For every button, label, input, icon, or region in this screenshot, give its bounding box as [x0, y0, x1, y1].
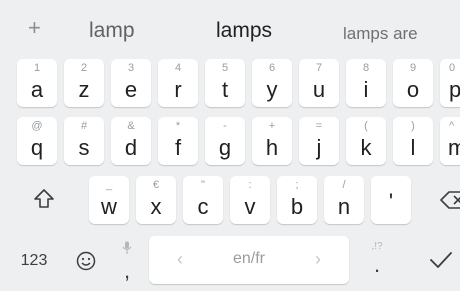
suggestion-bar: + lamp lamps lamps are	[0, 0, 460, 56]
comma-key[interactable]: ,	[112, 236, 142, 284]
key-f[interactable]: * f	[158, 117, 198, 165]
key-j[interactable]: = j	[299, 117, 339, 165]
key-u[interactable]: 7u	[299, 59, 339, 107]
key-g[interactable]: -g	[205, 117, 245, 165]
suggestion-right[interactable]: lamps are	[343, 22, 418, 46]
key-d[interactable]: & d	[111, 117, 151, 165]
add-word-button[interactable]: +	[28, 17, 41, 39]
key-c[interactable]: " c	[183, 176, 223, 224]
shift-icon	[34, 189, 54, 208]
key-s[interactable]: # s	[64, 117, 104, 165]
key-q[interactable]: @ q	[17, 117, 57, 165]
emoji-icon	[76, 251, 96, 271]
period-label: .	[373, 252, 381, 277]
suggestion-center[interactable]: lamps	[216, 19, 272, 43]
key-w[interactable]: _ w	[89, 176, 129, 224]
space-right-arrow: ›	[315, 249, 321, 269]
key-a[interactable]: 1a	[17, 59, 57, 107]
comma-label: ,	[123, 258, 131, 283]
key-h[interactable]: + h	[252, 117, 292, 165]
key-k[interactable]: (k	[346, 117, 386, 165]
backspace-key[interactable]	[430, 176, 460, 224]
key-e[interactable]: 3e	[111, 59, 151, 107]
enter-key[interactable]	[418, 236, 460, 284]
key-i[interactable]: 8i	[346, 59, 386, 107]
numbers-key[interactable]: 123	[12, 236, 56, 284]
space-bar[interactable]: ‹ en/fr ›	[149, 236, 349, 284]
key-apostrophe[interactable]: '	[371, 176, 411, 224]
numbers-key-label: 123	[20, 252, 48, 269]
period-key[interactable]: ,!? .	[362, 236, 392, 284]
checkmark-icon	[430, 252, 452, 268]
mic-icon	[122, 241, 132, 254]
period-hint: ,!?	[371, 241, 383, 252]
key-x[interactable]: € x	[136, 176, 176, 224]
key-o[interactable]: 9o	[393, 59, 433, 107]
key-v[interactable]: :v	[230, 176, 270, 224]
suggestion-left[interactable]: lamp	[89, 19, 135, 43]
key-t[interactable]: 5t	[205, 59, 245, 107]
key-r[interactable]: 4r	[158, 59, 198, 107]
backspace-icon	[440, 191, 460, 209]
key-l[interactable]: ) l	[393, 117, 433, 165]
key-p[interactable]: 0p	[440, 59, 460, 107]
key-m[interactable]: ^ m	[440, 117, 460, 165]
key-b[interactable]: ; b	[277, 176, 317, 224]
emoji-key[interactable]	[68, 236, 104, 284]
key-n[interactable]: / n	[324, 176, 364, 224]
key-z[interactable]: 2z	[64, 59, 104, 107]
key-y[interactable]: 6y	[252, 59, 292, 107]
shift-key[interactable]	[24, 176, 64, 224]
